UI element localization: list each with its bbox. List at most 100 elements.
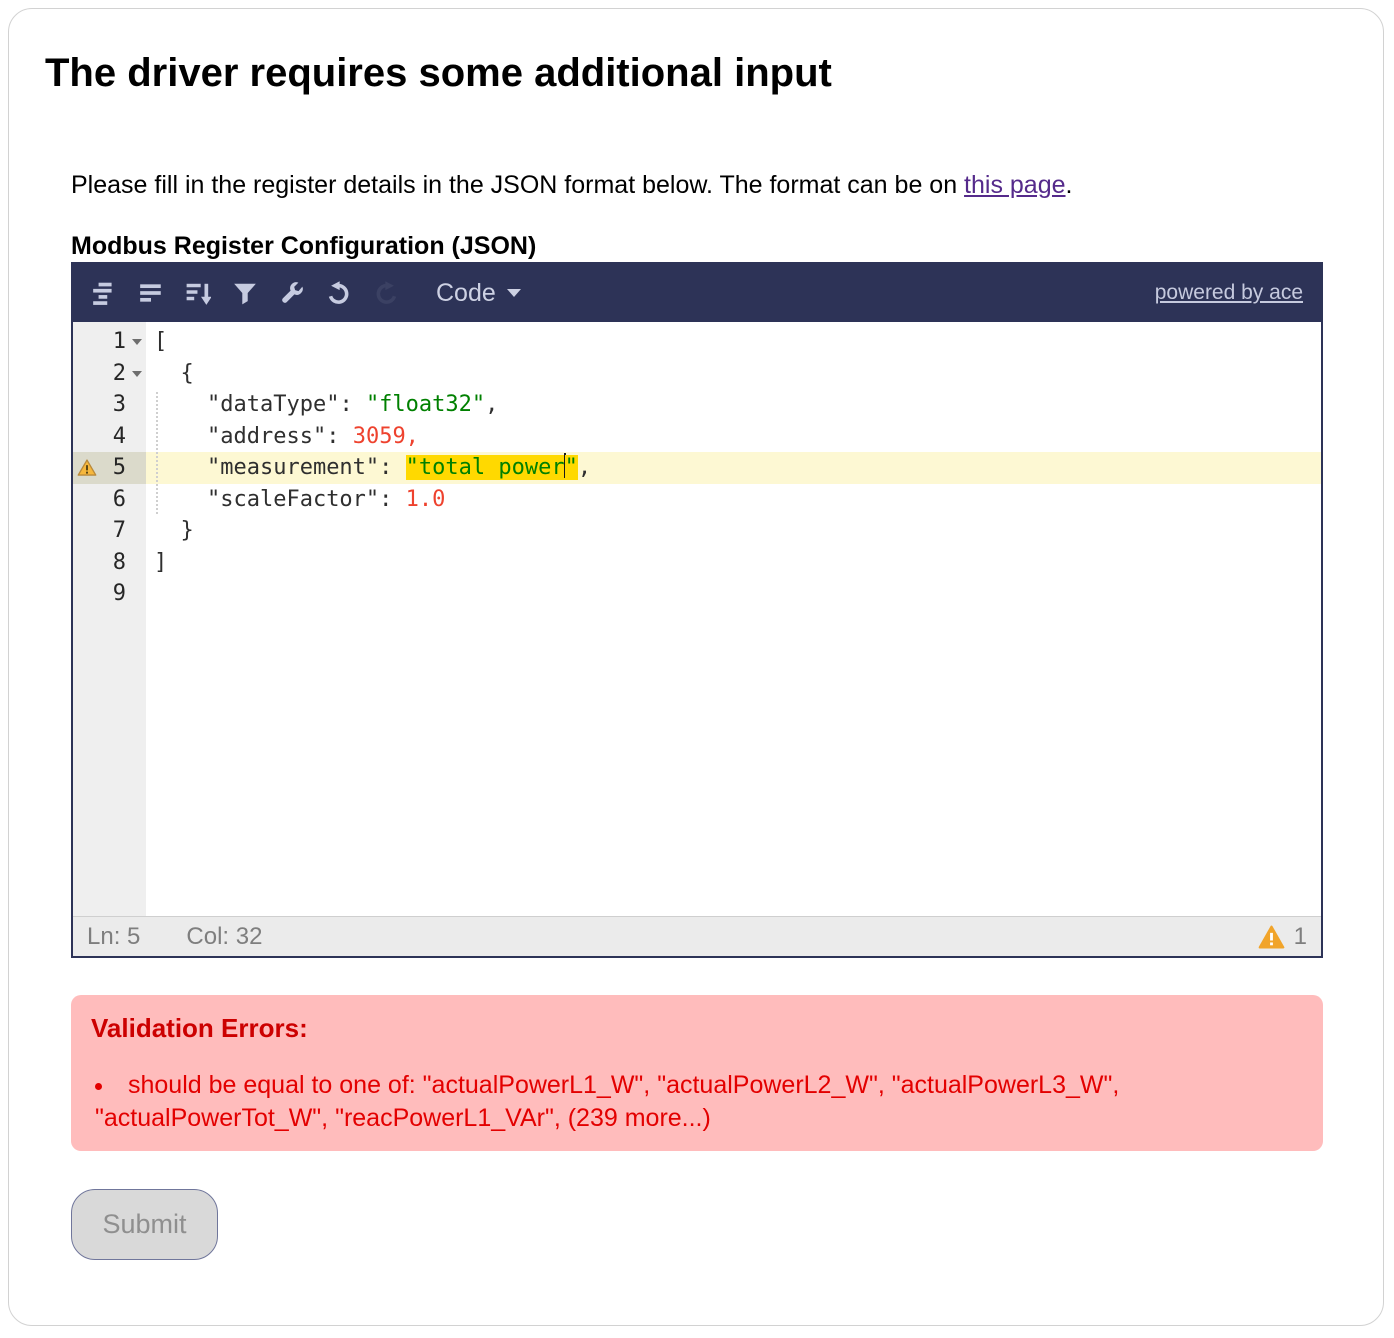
code-token: " xyxy=(565,455,578,480)
mode-select-button[interactable]: Code xyxy=(436,279,521,308)
redo-icon xyxy=(373,280,399,306)
gutter-cell[interactable]: 8 xyxy=(73,547,146,579)
editor-line-7[interactable]: 7 } xyxy=(73,515,1321,547)
repair-wrench-icon xyxy=(279,280,305,306)
sort-icon xyxy=(185,280,211,306)
fold-arrow-icon[interactable] xyxy=(132,371,142,377)
transform-button[interactable] xyxy=(232,280,258,306)
code-token xyxy=(154,487,207,512)
code-token: "address" xyxy=(207,424,326,449)
editor-line-5[interactable]: 5 "measurement": "total power", xyxy=(73,452,1321,484)
line-number: 6 xyxy=(73,484,146,516)
status-line: Ln: 5 xyxy=(87,923,140,951)
undo-button[interactable] xyxy=(326,280,352,306)
code-line-text[interactable] xyxy=(146,578,1321,610)
code-token: "total power xyxy=(406,455,565,480)
validation-title: Validation Errors: xyxy=(91,1013,1303,1043)
code-line-text[interactable]: { xyxy=(146,358,1321,390)
code-editor-area[interactable]: 1[2 {3 "dataType": "float32",4 "address"… xyxy=(73,322,1321,916)
code-token: "dataType" xyxy=(207,392,339,417)
status-col: Col: 32 xyxy=(186,923,262,951)
undo-icon xyxy=(326,280,352,306)
code-token xyxy=(154,392,207,417)
code-token: ] xyxy=(154,550,167,575)
code-line-text[interactable]: ] xyxy=(146,547,1321,579)
editor-line-1[interactable]: 1[ xyxy=(73,326,1321,358)
code-token: 3059, xyxy=(353,424,419,449)
compact-button[interactable] xyxy=(138,280,164,306)
warning-icon xyxy=(1258,925,1285,949)
status-warnings[interactable]: 1 xyxy=(1258,923,1307,951)
submit-button[interactable]: Submit xyxy=(71,1189,218,1260)
warning-count: 1 xyxy=(1294,923,1307,951)
format-docs-link[interactable]: this page xyxy=(964,171,1065,199)
fold-arrow-icon[interactable] xyxy=(132,339,142,345)
intro-text-after: . xyxy=(1066,171,1073,199)
editor-label: Modbus Register Configuration (JSON) xyxy=(71,232,1323,260)
code-token xyxy=(154,424,207,449)
code-token: { xyxy=(154,361,194,386)
chevron-down-icon xyxy=(507,289,521,297)
format-icon xyxy=(91,280,117,306)
code-token: , xyxy=(485,392,498,417)
json-editor: Code powered by ace 1[2 {3 "dataType": "… xyxy=(71,262,1323,958)
mode-label: Code xyxy=(436,279,496,308)
redo-button[interactable] xyxy=(373,280,399,306)
gutter-cell[interactable]: 4 xyxy=(73,421,146,453)
editor-toolbar: Code powered by ace xyxy=(73,264,1321,322)
gutter-cell[interactable]: 5 xyxy=(73,452,146,484)
code-token: "float32" xyxy=(366,392,485,417)
code-line-text[interactable]: } xyxy=(146,515,1321,547)
validation-error-item: should be equal to one of: "actualPowerL… xyxy=(95,1069,1303,1135)
code-line-text[interactable]: "measurement": "total power", xyxy=(146,452,1321,484)
code-line-text[interactable]: "address": 3059, xyxy=(146,421,1321,453)
compact-icon xyxy=(138,280,164,306)
code-token: [ xyxy=(154,329,167,354)
page-title: The driver requires some additional inpu… xyxy=(45,49,1383,97)
code-token: 1.0 xyxy=(406,487,446,512)
editor-lines: 1[2 {3 "dataType": "float32",4 "address"… xyxy=(73,322,1321,610)
editor-line-8[interactable]: 8] xyxy=(73,547,1321,579)
editor-line-4[interactable]: 4 "address": 3059, xyxy=(73,421,1321,453)
dialog-card: The driver requires some additional inpu… xyxy=(8,8,1384,1326)
line-number: 3 xyxy=(73,389,146,421)
repair-button[interactable] xyxy=(279,280,305,306)
code-token: : xyxy=(379,487,406,512)
gutter-cell[interactable]: 6 xyxy=(73,484,146,516)
code-line-text[interactable]: "dataType": "float32", xyxy=(146,389,1321,421)
editor-line-3[interactable]: 3 "dataType": "float32", xyxy=(73,389,1321,421)
transform-filter-icon xyxy=(232,280,258,306)
code-token: } xyxy=(154,518,194,543)
format-button[interactable] xyxy=(91,280,117,306)
code-token: , xyxy=(578,455,591,480)
content-area: Please fill in the register details in t… xyxy=(71,170,1323,1260)
code-token: : xyxy=(326,424,353,449)
validation-error-list: should be equal to one of: "actualPowerL… xyxy=(91,1069,1303,1135)
gutter-cell[interactable]: 7 xyxy=(73,515,146,547)
intro-text: Please fill in the register details in t… xyxy=(71,170,1323,201)
gutter-cell[interactable]: 3 xyxy=(73,389,146,421)
code-token: "measurement" xyxy=(207,455,379,480)
editor-line-6[interactable]: 6 "scaleFactor": 1.0 xyxy=(73,484,1321,516)
code-line-text[interactable]: [ xyxy=(146,326,1321,358)
powered-by-ace-link[interactable]: powered by ace xyxy=(1155,281,1303,305)
intro-text-before: Please fill in the register details in t… xyxy=(71,171,964,199)
line-number: 4 xyxy=(73,421,146,453)
code-token: "scaleFactor" xyxy=(207,487,379,512)
gutter-cell[interactable]: 9 xyxy=(73,578,146,610)
code-token: : xyxy=(339,392,366,417)
code-token: : xyxy=(379,455,406,480)
gutter-cell[interactable]: 1 xyxy=(73,326,146,358)
editor-statusbar: Ln: 5 Col: 32 1 xyxy=(73,916,1321,956)
gutter-cell[interactable]: 2 xyxy=(73,358,146,390)
line-number: 8 xyxy=(73,547,146,579)
validation-errors-box: Validation Errors: should be equal to on… xyxy=(71,995,1323,1151)
line-number: 9 xyxy=(73,578,146,610)
gutter-warning-icon xyxy=(77,458,97,478)
line-number: 7 xyxy=(73,515,146,547)
code-token xyxy=(154,455,207,480)
code-line-text[interactable]: "scaleFactor": 1.0 xyxy=(146,484,1321,516)
editor-line-9[interactable]: 9 xyxy=(73,578,1321,610)
editor-line-2[interactable]: 2 { xyxy=(73,358,1321,390)
sort-button[interactable] xyxy=(185,280,211,306)
